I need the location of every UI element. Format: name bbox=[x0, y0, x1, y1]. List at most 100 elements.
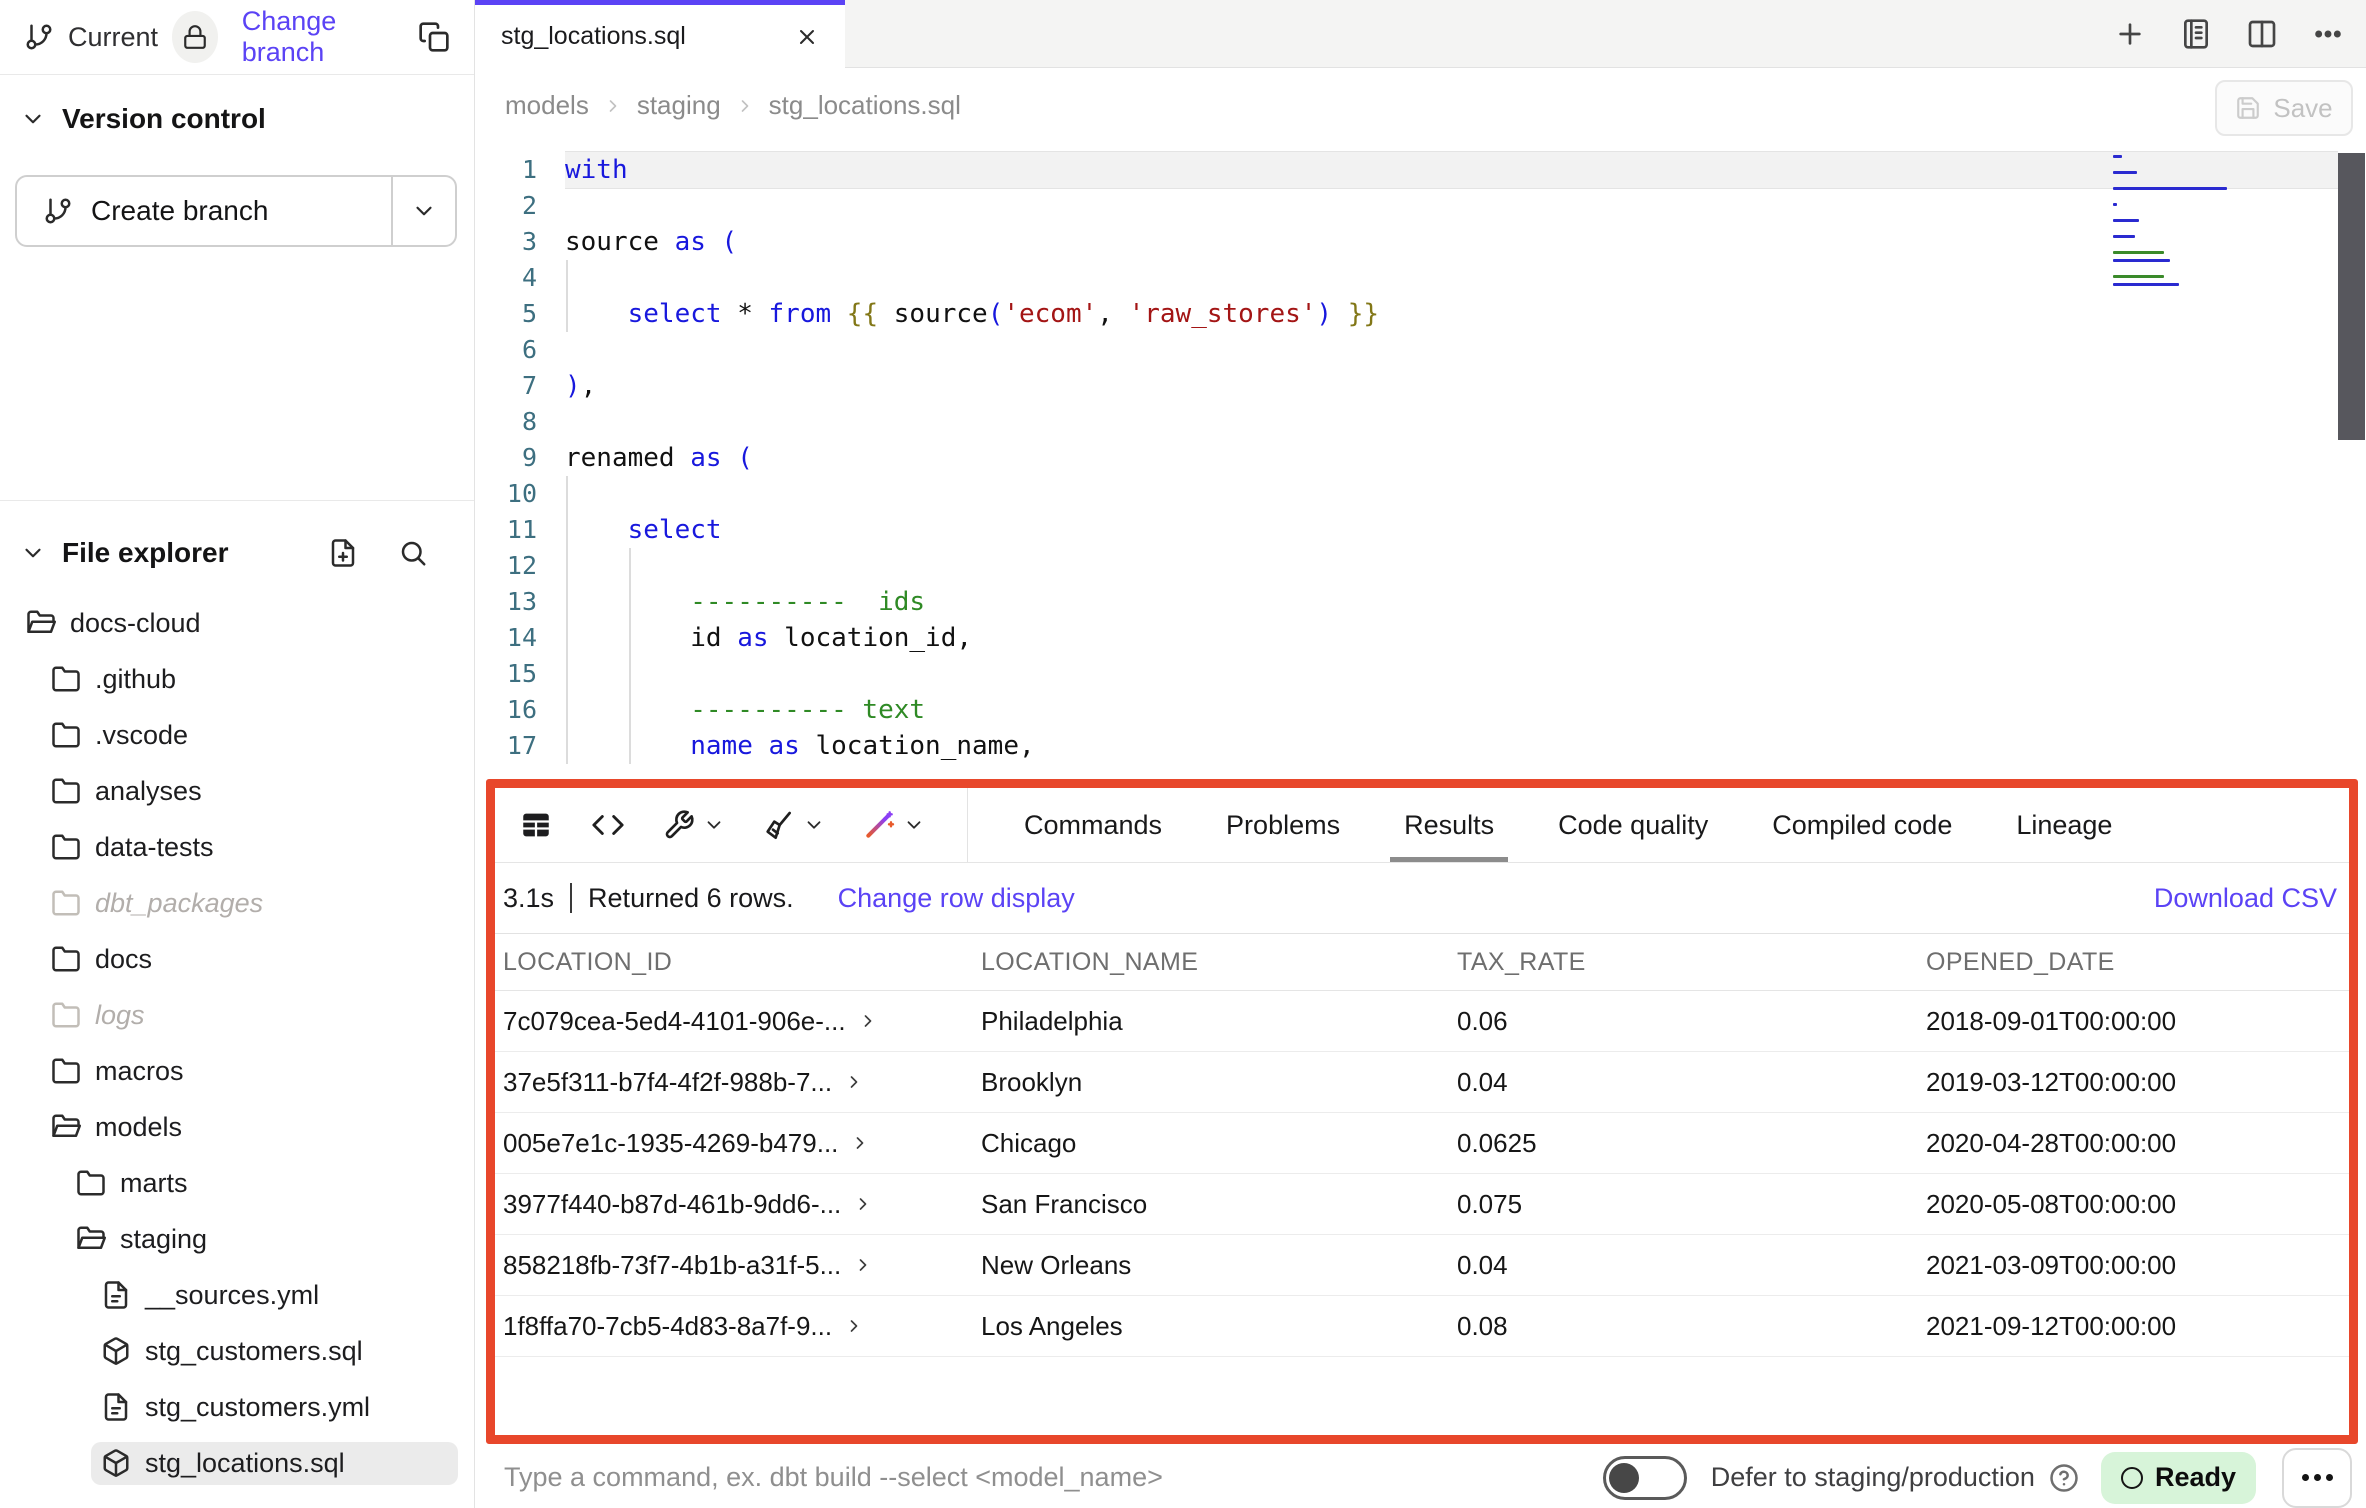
folder-icon bbox=[51, 832, 81, 862]
build-wrench-button[interactable] bbox=[663, 809, 725, 841]
download-csv-link[interactable]: Download CSV bbox=[2154, 883, 2337, 914]
code-lines[interactable]: with source as ( select * from {{ source… bbox=[565, 152, 2338, 764]
tree-item-analyses[interactable]: analyses bbox=[0, 763, 474, 819]
panel-tab-lineage[interactable]: Lineage bbox=[2016, 788, 2112, 862]
expand-cell-icon[interactable] bbox=[853, 1255, 873, 1275]
panel-tab-code-quality[interactable]: Code quality bbox=[1558, 788, 1708, 862]
results-panel: Commands Problems Results Code quality Compi… bbox=[486, 779, 2358, 1444]
git-branch-icon bbox=[24, 22, 54, 52]
expand-cell-icon[interactable] bbox=[844, 1072, 864, 1092]
chevron-down-icon bbox=[20, 540, 46, 566]
tree-item-staging[interactable]: staging bbox=[0, 1211, 474, 1267]
breadcrumb: models staging stg_locations.sql Save bbox=[475, 68, 2366, 143]
chevron-down-icon bbox=[803, 814, 825, 836]
code-icon[interactable] bbox=[591, 808, 625, 842]
tree-item-label: stg_customers.yml bbox=[145, 1392, 370, 1423]
tree-item-marts[interactable]: marts bbox=[0, 1155, 474, 1211]
column-header: OPENED_DATE bbox=[1918, 948, 2349, 977]
expand-cell-icon[interactable] bbox=[850, 1133, 870, 1153]
tree-item-.github[interactable]: .github bbox=[0, 651, 474, 707]
status-badge[interactable]: Ready bbox=[2101, 1452, 2256, 1504]
breadcrumb-item[interactable]: models bbox=[505, 90, 589, 121]
table-cell: 2020-04-28T00:00:00 bbox=[1918, 1128, 2349, 1159]
version-control-header[interactable]: Version control bbox=[0, 103, 474, 135]
breadcrumb-item[interactable]: staging bbox=[637, 90, 721, 121]
help-icon[interactable] bbox=[2049, 1463, 2079, 1493]
copy-icon[interactable] bbox=[418, 21, 450, 53]
create-branch-dropdown[interactable] bbox=[393, 177, 455, 245]
change-row-display-link[interactable]: Change row display bbox=[838, 883, 1075, 914]
folder-open-icon bbox=[26, 608, 56, 638]
model-icon bbox=[101, 1336, 131, 1366]
close-icon[interactable] bbox=[795, 25, 819, 49]
tree-item-label: macros bbox=[95, 1056, 184, 1087]
tree-item-stg_customers.sql[interactable]: stg_customers.sql bbox=[0, 1323, 474, 1379]
table-cell: 005e7e1c-1935-4269-b479... bbox=[495, 1128, 973, 1159]
tab-strip: stg_locations.sql bbox=[475, 0, 2366, 68]
notebook-icon[interactable] bbox=[2180, 18, 2212, 50]
tab-stg-locations-sql[interactable]: stg_locations.sql bbox=[475, 0, 845, 68]
version-control-title: Version control bbox=[62, 103, 266, 135]
tree-item-dbt_packages[interactable]: dbt_packages bbox=[0, 875, 474, 931]
file-icon bbox=[101, 1280, 131, 1310]
minimap[interactable] bbox=[2113, 155, 2328, 291]
tree-item-label: .github bbox=[95, 664, 176, 695]
tree-item-label: docs-cloud bbox=[70, 608, 201, 639]
save-button[interactable]: Save bbox=[2215, 80, 2353, 136]
split-view-icon[interactable] bbox=[2246, 18, 2278, 50]
expand-cell-icon[interactable] bbox=[844, 1316, 864, 1336]
expand-cell-icon[interactable] bbox=[858, 1011, 878, 1031]
create-branch-button[interactable]: Create branch bbox=[15, 175, 457, 247]
tree-item-macros[interactable]: macros bbox=[0, 1043, 474, 1099]
tree-item-models[interactable]: models bbox=[0, 1099, 474, 1155]
table-cell: 0.04 bbox=[1449, 1067, 1918, 1098]
panel-tab-compiled-code[interactable]: Compiled code bbox=[1772, 788, 1952, 862]
breadcrumb-item[interactable]: stg_locations.sql bbox=[769, 90, 961, 121]
change-branch-link[interactable]: Change branch bbox=[242, 6, 404, 68]
tree-item-logs[interactable]: logs bbox=[0, 987, 474, 1043]
create-branch-label: Create branch bbox=[91, 195, 268, 227]
tree-item-label: dbt_packages bbox=[95, 888, 263, 919]
tab-title: stg_locations.sql bbox=[501, 22, 686, 51]
more-options-button[interactable] bbox=[2282, 1448, 2352, 1508]
tree-item-__sources.yml[interactable]: __sources.yml bbox=[0, 1267, 474, 1323]
tree-item-.vscode[interactable]: .vscode bbox=[0, 707, 474, 763]
table-cell: New Orleans bbox=[973, 1250, 1449, 1281]
branch-bar: Current Change branch bbox=[0, 0, 474, 75]
folder-icon bbox=[51, 720, 81, 750]
code-line-6 bbox=[565, 332, 2338, 368]
command-input[interactable] bbox=[502, 1461, 1386, 1494]
tree-item-stg_locations.sql[interactable]: stg_locations.sql bbox=[0, 1435, 474, 1491]
clean-broom-button[interactable] bbox=[763, 809, 825, 841]
ready-circle-icon bbox=[2121, 1467, 2143, 1489]
tree-item-label: analyses bbox=[95, 776, 202, 807]
tree-item-stg_customers.yml[interactable]: stg_customers.yml bbox=[0, 1379, 474, 1435]
editor-scrollbar[interactable] bbox=[2338, 153, 2365, 440]
rows-returned-message: Returned 6 rows. bbox=[588, 883, 794, 914]
expand-cell-icon[interactable] bbox=[853, 1194, 873, 1214]
code-editor[interactable]: 1234567891011121314151617 with source as… bbox=[475, 143, 2366, 779]
file-plus-icon[interactable] bbox=[328, 538, 358, 568]
tree-item-docs-cloud[interactable]: docs-cloud bbox=[0, 595, 474, 651]
results-grid-icon[interactable] bbox=[519, 808, 553, 842]
defer-label: Defer to staging/production bbox=[1711, 1462, 2035, 1493]
create-branch-main[interactable]: Create branch bbox=[17, 177, 393, 245]
panel-tab-results[interactable]: Results bbox=[1404, 788, 1494, 862]
chevron-right-icon bbox=[735, 96, 755, 116]
table-cell: 0.06 bbox=[1449, 1006, 1918, 1037]
panel-tab-problems[interactable]: Problems bbox=[1226, 788, 1340, 862]
tree-item-data-tests[interactable]: data-tests bbox=[0, 819, 474, 875]
folder-icon bbox=[51, 776, 81, 806]
panel-tab-commands[interactable]: Commands bbox=[1024, 788, 1162, 862]
ellipsis-icon[interactable] bbox=[2312, 18, 2344, 50]
defer-toggle[interactable] bbox=[1603, 1456, 1687, 1500]
new-tab-plus-icon[interactable] bbox=[2114, 18, 2146, 50]
search-icon[interactable] bbox=[398, 538, 428, 568]
ai-assist-button[interactable] bbox=[863, 809, 925, 841]
file-explorer-header[interactable]: File explorer bbox=[0, 537, 474, 569]
tree-item-docs[interactable]: docs bbox=[0, 931, 474, 987]
table-cell: Philadelphia bbox=[973, 1006, 1449, 1037]
folder-open-icon bbox=[76, 1224, 106, 1254]
indent-guide bbox=[629, 548, 631, 764]
indent-guide bbox=[566, 260, 568, 332]
